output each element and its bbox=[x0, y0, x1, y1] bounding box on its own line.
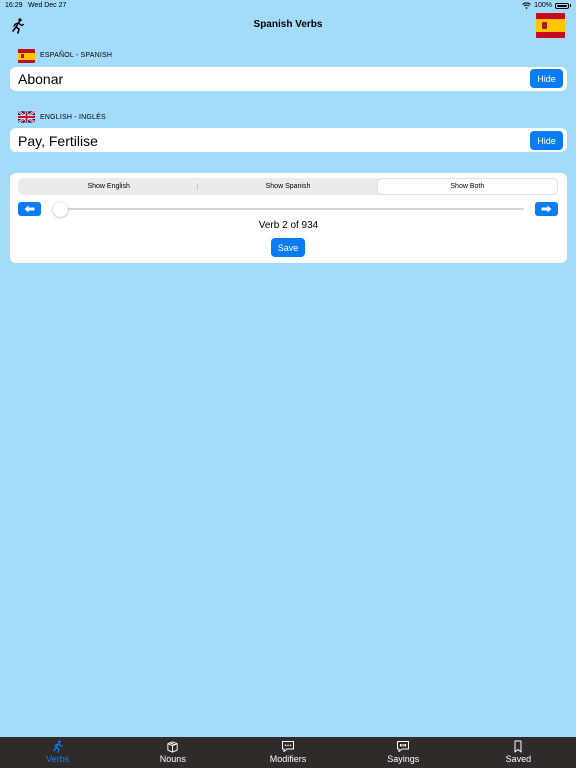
tab-sayings[interactable]: Sayings bbox=[346, 737, 461, 768]
segment-show-english[interactable]: Show English bbox=[19, 179, 199, 194]
verb-slider[interactable] bbox=[53, 202, 524, 217]
spanish-word: Abonar bbox=[18, 71, 64, 87]
spain-flag-icon bbox=[18, 49, 35, 63]
battery-icon bbox=[555, 2, 569, 9]
hide-english-button[interactable]: Hide bbox=[530, 131, 563, 150]
tab-saved[interactable]: Saved bbox=[461, 737, 576, 768]
slider-thumb[interactable] bbox=[53, 202, 68, 217]
uk-flag-icon bbox=[18, 110, 35, 124]
tab-label: Saved bbox=[505, 754, 532, 764]
tab-label: Nouns bbox=[159, 754, 186, 764]
status-date: Wed Dec 27 bbox=[28, 2, 67, 9]
tab-modifiers[interactable]: Modifiers bbox=[230, 737, 345, 768]
arrow-right-icon bbox=[541, 205, 552, 213]
status-bar: 16:29 Wed Dec 27 100% bbox=[0, 0, 576, 12]
chat-dots-icon bbox=[282, 741, 294, 752]
english-word: Pay, Fertilise bbox=[18, 133, 98, 149]
english-word-card: Pay, Fertilise Hide bbox=[10, 128, 567, 152]
bookmark-icon bbox=[514, 740, 522, 753]
status-time: 16:29 bbox=[5, 2, 23, 9]
verb-counter: Verb 2 of 934 bbox=[258, 220, 319, 231]
wifi-icon bbox=[522, 2, 531, 9]
tab-nouns[interactable]: Nouns bbox=[115, 737, 230, 768]
status-indicators: 100% bbox=[522, 2, 571, 9]
slider-track bbox=[53, 208, 524, 210]
save-button[interactable]: Save bbox=[271, 238, 305, 257]
page-title: Spanish Verbs bbox=[253, 19, 323, 30]
display-mode-segmented-control: Show English Show Spanish Show Both bbox=[18, 178, 558, 195]
spain-flag-icon[interactable] bbox=[536, 13, 565, 38]
arrow-left-icon bbox=[24, 205, 35, 213]
previous-verb-button[interactable] bbox=[18, 202, 41, 216]
segment-show-both[interactable]: Show Both bbox=[377, 179, 557, 194]
controls-card: Show English Show Spanish Show Both Verb… bbox=[10, 173, 567, 263]
tab-label: Modifiers bbox=[269, 754, 307, 764]
tab-label: Verbs bbox=[46, 754, 70, 764]
battery-percent: 100% bbox=[534, 2, 552, 9]
next-verb-button[interactable] bbox=[535, 202, 558, 216]
runner-icon bbox=[52, 740, 63, 753]
hide-spanish-button[interactable]: Hide bbox=[530, 69, 563, 88]
segment-show-spanish[interactable]: Show Spanish bbox=[198, 179, 377, 194]
tab-bar: Verbs Nouns Modifiers Sayings Saved bbox=[0, 737, 576, 768]
english-language-label: ENGLISH - INGLÉS bbox=[40, 114, 106, 121]
tab-verbs[interactable]: Verbs bbox=[0, 737, 115, 768]
cubes-icon bbox=[167, 741, 178, 753]
spanish-word-card: Abonar Hide bbox=[10, 67, 567, 91]
tab-label: Sayings bbox=[387, 754, 420, 764]
spanish-language-label: ESPAÑOL - SPANISH bbox=[40, 52, 113, 59]
quote-bubble-icon bbox=[397, 741, 410, 752]
